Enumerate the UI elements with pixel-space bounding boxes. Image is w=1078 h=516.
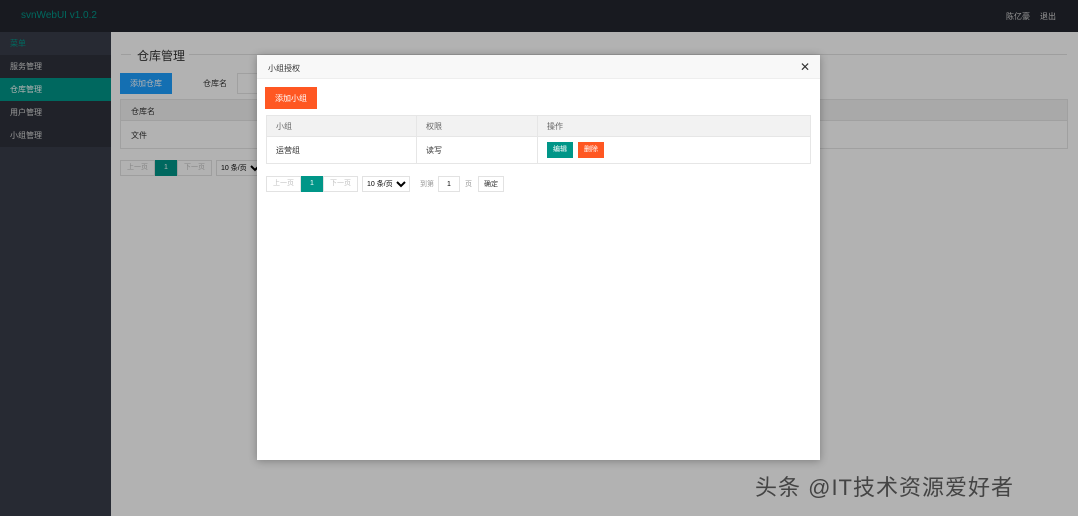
table-row[interactable]: 运营组 读写 编辑 删除 [266, 136, 811, 164]
goto-unit: 页 [465, 181, 472, 188]
prev-page-button[interactable]: 上一页 [266, 176, 301, 192]
permission-cell: 读写 [416, 136, 538, 164]
goto-page-input[interactable] [438, 176, 460, 192]
dialog-title: 小组授权 [268, 64, 300, 73]
goto-confirm-button[interactable]: 确定 [478, 176, 504, 192]
next-page-button[interactable]: 下一页 [323, 176, 358, 192]
column-header-group: 小组 [266, 115, 417, 137]
group-table-header: 小组 权限 操作 [266, 115, 811, 137]
group-cell: 运营组 [266, 136, 417, 164]
column-header-permission: 权限 [416, 115, 538, 137]
group-table: 小组 权限 操作 运营组 读写 编辑 删除 [266, 115, 811, 164]
page-size-select[interactable]: 10 条/页 [362, 176, 410, 192]
group-auth-dialog: 小组授权 ✕ 添加小组 小组 权限 操作 运营组 读写 编辑 删除 上一页 1 下… [257, 55, 820, 460]
goto-label: 到第 [420, 181, 434, 188]
current-page[interactable]: 1 [301, 176, 323, 192]
column-header-actions: 操作 [537, 115, 811, 137]
group-pagination: 上一页 1 下一页 10 条/页 到第 页 确定 [266, 176, 504, 192]
dialog-header: 小组授权 ✕ [257, 55, 820, 79]
edit-button[interactable]: 编辑 [547, 142, 573, 158]
actions-cell: 编辑 删除 [537, 136, 811, 164]
close-icon[interactable]: ✕ [800, 60, 810, 74]
add-group-button[interactable]: 添加小组 [265, 87, 317, 109]
watermark-text: 头条 @IT技术资源爱好者 [755, 475, 1014, 500]
delete-button[interactable]: 删除 [578, 142, 604, 158]
